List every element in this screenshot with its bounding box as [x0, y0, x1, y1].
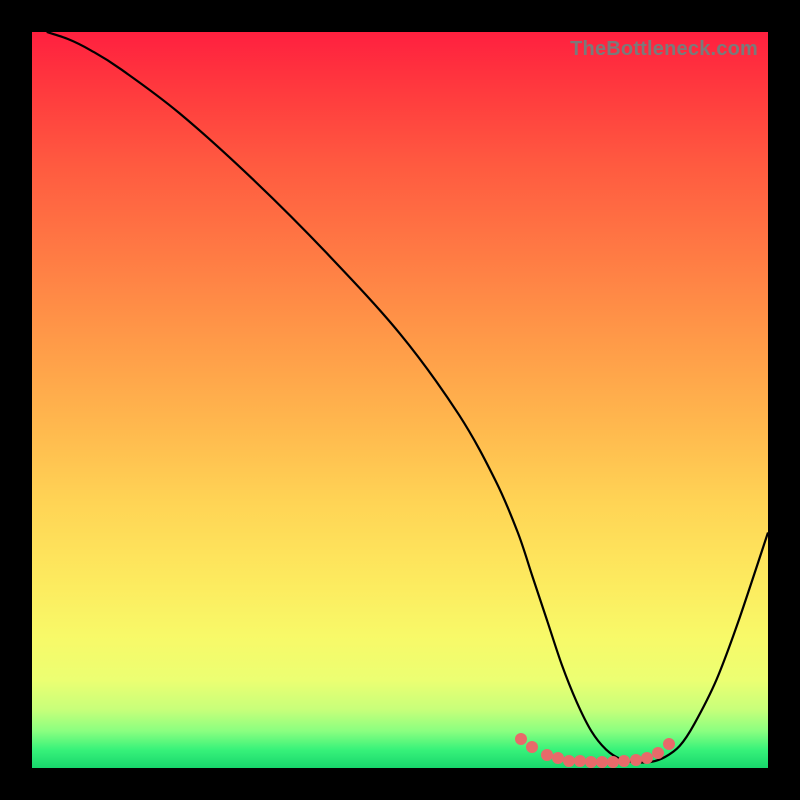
highlight-dot	[526, 741, 538, 753]
highlight-dot	[663, 738, 675, 750]
highlight-dot	[630, 754, 642, 766]
highlight-dot	[641, 752, 653, 764]
highlight-dot	[618, 755, 630, 767]
highlight-dots-layer	[32, 32, 768, 768]
plot-area: TheBottleneck.com	[32, 32, 768, 768]
chart-frame: TheBottleneck.com	[0, 0, 800, 800]
highlight-dot	[515, 733, 527, 745]
watermark-label: TheBottleneck.com	[570, 38, 758, 61]
highlight-dot	[652, 747, 664, 759]
